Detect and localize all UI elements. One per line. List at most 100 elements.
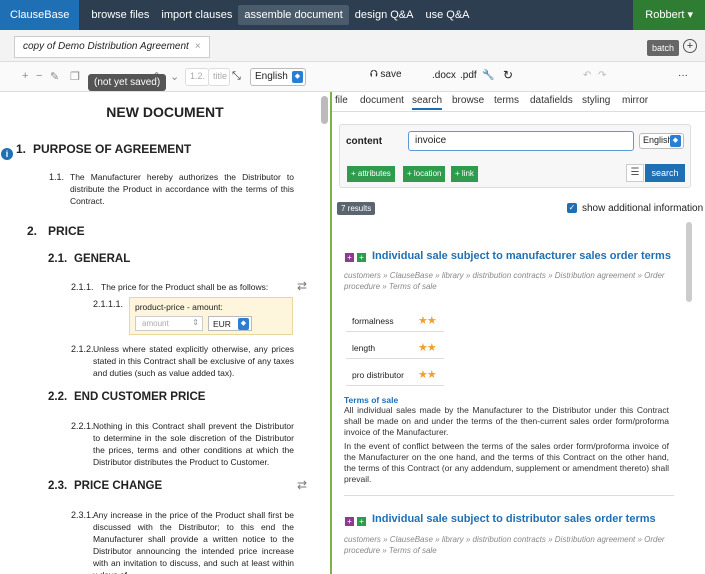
more-icon[interactable]: ··· [678, 70, 688, 81]
copy-icon[interactable]: ❐ [70, 70, 80, 83]
list-view-icon[interactable]: ☰ [626, 164, 644, 182]
add-location-button[interactable]: + location [403, 166, 446, 182]
tab-document[interactable]: document [360, 95, 404, 106]
currency-value: EUR [213, 319, 231, 329]
document-tab[interactable]: copy of Demo Distribution Agreement × [14, 36, 210, 58]
docx-button[interactable]: .docx [432, 70, 456, 81]
result-1-breadcrumb: customers » ClauseBase » library » distr… [344, 271, 665, 291]
add-clause-icon[interactable]: + [345, 517, 354, 526]
clause-2-2-1-text: Nothing in this Contract shall prevent t… [93, 421, 294, 467]
clause-2-3-1-text: Any increase in the price of the Product… [93, 510, 294, 574]
property-row: length ★★ [346, 337, 444, 359]
star-rating: ★★ [418, 369, 437, 381]
title-input[interactable]: title [208, 68, 230, 86]
info-icon[interactable]: i [1, 148, 13, 160]
select-arrow-icon: ◆ [292, 71, 303, 83]
save-label: save [380, 69, 402, 80]
search-input[interactable]: invoice [408, 131, 634, 151]
search-button[interactable]: search [645, 164, 685, 182]
nav-import-clauses[interactable]: import clauses [155, 5, 238, 25]
section-2-3-title: PRICE CHANGE [74, 480, 163, 492]
insert-clause-icon[interactable]: + [357, 253, 366, 262]
nav-use-qa[interactable]: use Q&A [419, 5, 475, 25]
number-input[interactable]: 1.2. [185, 68, 209, 86]
property-name: pro distributor [352, 370, 404, 380]
batch-button[interactable]: batch [647, 40, 680, 56]
clause-1-1-number: 1.1. [49, 172, 65, 182]
clause-2-1-1-text: The price for the Product shall be as fo… [101, 282, 269, 292]
star-rating: ★★ [418, 342, 437, 354]
add-icon[interactable]: + [22, 70, 28, 82]
show-info-checkbox[interactable]: ✓ [567, 203, 577, 213]
redo-icon[interactable]: ↷ [598, 70, 606, 81]
tab-browse[interactable]: browse [452, 95, 484, 106]
search-language-select[interactable]: English ◆ [639, 133, 684, 149]
property-name: length [352, 343, 376, 353]
result-2-breadcrumb: customers » ClauseBase » library » distr… [344, 535, 665, 555]
select-arrow-icon: ◆ [670, 135, 681, 147]
insert-clause-icon[interactable]: + [357, 517, 366, 526]
wrench-icon[interactable]: 🔧 [482, 70, 494, 81]
star-rating: ★★ [418, 315, 437, 327]
swap-icon[interactable]: ⇄ [297, 279, 307, 293]
stepper-icon[interactable]: ⇕ [192, 318, 199, 327]
refresh-icon[interactable]: ↻ [503, 68, 513, 82]
add-link-button[interactable]: + link [451, 166, 478, 182]
tab-file[interactable]: file [335, 95, 348, 106]
chevron-down-icon[interactable]: ⌄ [170, 70, 179, 83]
section-2-title: PRICE [48, 224, 85, 238]
tab-datafields[interactable]: datafields [530, 95, 573, 106]
section-2-2-title: END CUSTOMER PRICE [74, 391, 206, 403]
section-2-2-number: 2.2. [48, 391, 68, 403]
side-panel-tabs: file document search browse terms datafi… [332, 92, 705, 112]
tab-mirror[interactable]: mirror [622, 95, 648, 106]
nav-browse-files[interactable]: browse files [85, 5, 155, 25]
section-1-number: 1. [16, 142, 27, 156]
section-2-1-title: GENERAL [74, 253, 131, 265]
amount-input[interactable]: amount ⇕ [135, 316, 203, 331]
document-tab-bar: copy of Demo Distribution Agreement × bat… [0, 30, 705, 62]
not-saved-tooltip: (not yet saved) [88, 74, 167, 91]
brand-logo[interactable]: ClauseBase [0, 0, 80, 30]
collapse-icon[interactable]: ⤡ [232, 70, 241, 83]
user-menu-button[interactable]: Robbert ▾ [633, 0, 705, 30]
save-icon: ⮉ [370, 69, 378, 80]
remove-icon[interactable]: − [36, 70, 42, 82]
currency-select[interactable]: EUR ◆ [208, 316, 252, 331]
language-select[interactable]: English ◆ [250, 68, 306, 86]
show-info-label: show additional information [582, 203, 704, 214]
clause-2-1-1-1-number: 2.1.1.1. [93, 299, 124, 309]
select-arrow-icon: ◆ [238, 318, 249, 330]
terms-of-sale-heading: Terms of sale [344, 395, 399, 405]
amount-placeholder: amount [142, 319, 169, 328]
undo-icon[interactable]: ↶ [583, 70, 591, 81]
result-1-title[interactable]: Individual sale subject to manufacturer … [372, 250, 671, 262]
clause-2-1-2-text: Unless where stated explicitly otherwise… [93, 344, 294, 378]
save-button[interactable]: ⮉ save [370, 69, 402, 80]
result-1-paragraph-1: All individual sales made by the Manufac… [344, 405, 669, 437]
search-language-value: English [643, 135, 673, 145]
tab-search[interactable]: search [412, 95, 443, 110]
result-1-paragraph-2: In the event of conflict between the ter… [344, 441, 669, 484]
close-icon[interactable]: × [195, 41, 201, 52]
top-nav: ClauseBase browse files import clauses a… [0, 0, 705, 30]
results-scrollbar[interactable] [686, 222, 692, 302]
nav-assemble-document[interactable]: assemble document [238, 5, 349, 25]
tab-terms[interactable]: terms [494, 95, 519, 106]
clause-1-1-text: The Manufacturer hereby authorizes the D… [70, 172, 294, 206]
add-tab-icon[interactable]: + [683, 39, 697, 53]
results-count-badge: 7 results [337, 202, 376, 215]
nav-design-qa[interactable]: design Q&A [349, 5, 420, 25]
swap-icon[interactable]: ⇄ [297, 478, 307, 492]
document-title: NEW DOCUMENT [106, 104, 224, 120]
edit-icon[interactable]: ✎ [50, 70, 59, 83]
result-2-title[interactable]: Individual sale subject to distributor s… [372, 513, 656, 525]
property-row: formalness ★★ [346, 310, 444, 332]
add-clause-icon[interactable]: + [345, 253, 354, 262]
tab-styling[interactable]: styling [582, 95, 610, 106]
content-label: content [346, 136, 383, 147]
add-attributes-button[interactable]: + attributes [347, 166, 395, 182]
pdf-button[interactable]: .pdf [460, 70, 477, 81]
clause-2-3-1-number: 2.3.1. [71, 510, 94, 520]
clause-2-1-1-number: 2.1.1. [71, 282, 94, 292]
